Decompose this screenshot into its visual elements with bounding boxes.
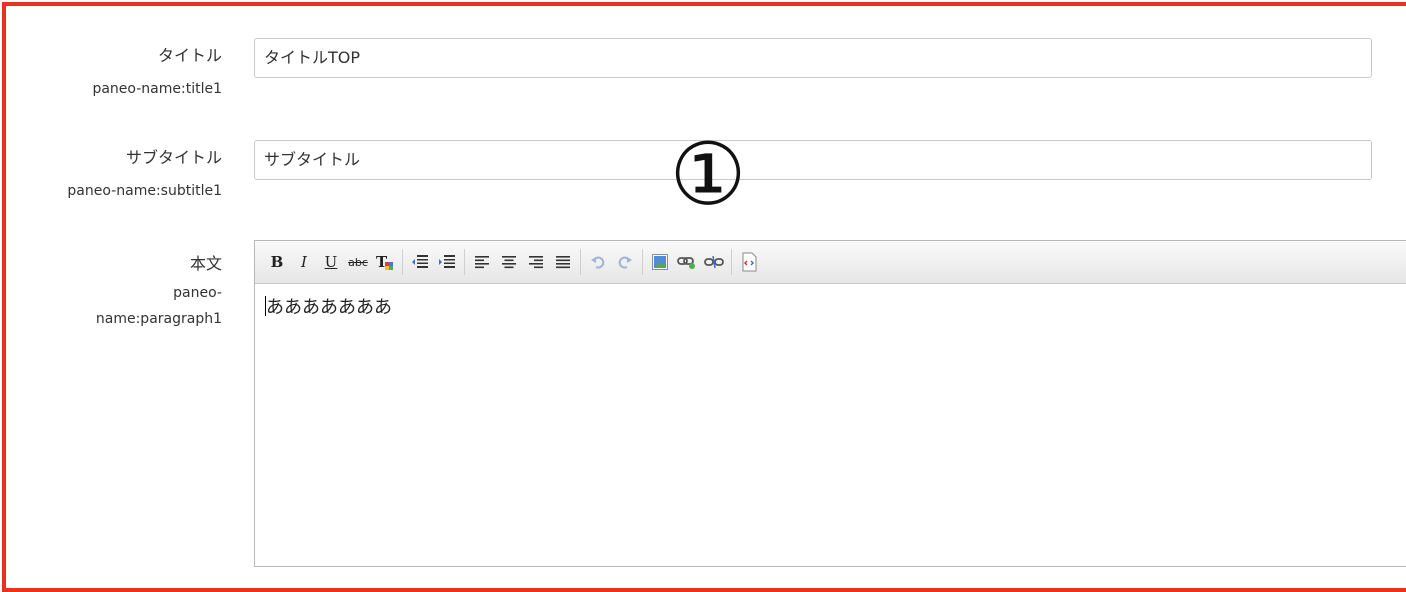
body-label: 本文: [189, 254, 222, 273]
undo-icon[interactable]: [586, 250, 610, 274]
remove-format-glyph: T: [376, 253, 393, 271]
toolbar-separator: [580, 249, 581, 275]
body-sublabel-line1: paneo-: [173, 285, 222, 301]
annotation-marker: ①: [652, 130, 764, 220]
body-sublabel-line2: name:paragraph1: [95, 311, 222, 327]
rich-text-editor: B I U abc T あああああああ: [254, 240, 1406, 567]
link-icon[interactable]: [675, 250, 699, 274]
strikethrough-icon[interactable]: abc: [346, 250, 370, 274]
italic-icon[interactable]: I: [292, 250, 316, 274]
image-icon[interactable]: [648, 250, 672, 274]
toolbar-separator: [642, 249, 643, 275]
underline-icon[interactable]: U: [319, 250, 343, 274]
title-label: タイトル: [157, 46, 222, 65]
toolbar-separator: [402, 249, 403, 275]
subtitle-input[interactable]: サブタイトル: [254, 140, 1372, 180]
editor-content-area[interactable]: あああああああ: [255, 284, 1406, 332]
align-right-icon[interactable]: [524, 250, 548, 274]
title-input[interactable]: タイトルTOP: [254, 38, 1372, 78]
editor-body-text: あああああああ: [266, 297, 392, 318]
align-left-icon[interactable]: [470, 250, 494, 274]
outdent-icon[interactable]: [408, 250, 432, 274]
align-center-icon[interactable]: [497, 250, 521, 274]
remove-format-icon[interactable]: T: [373, 250, 397, 274]
bold-icon[interactable]: B: [265, 250, 289, 274]
subtitle-sublabel: paneo-name:subtitle1: [67, 183, 222, 199]
subtitle-label: サブタイトル: [125, 148, 222, 167]
unlink-icon[interactable]: [702, 250, 726, 274]
redo-icon[interactable]: [613, 250, 637, 274]
source-code-icon[interactable]: [737, 250, 761, 274]
toolbar-separator: [464, 249, 465, 275]
annotation-marker-text: ①: [669, 125, 747, 225]
title-sublabel: paneo-name:title1: [92, 81, 222, 97]
indent-icon[interactable]: [435, 250, 459, 274]
align-justify-icon[interactable]: [551, 250, 575, 274]
editor-toolbar: B I U abc T: [255, 241, 1406, 284]
toolbar-separator: [731, 249, 732, 275]
